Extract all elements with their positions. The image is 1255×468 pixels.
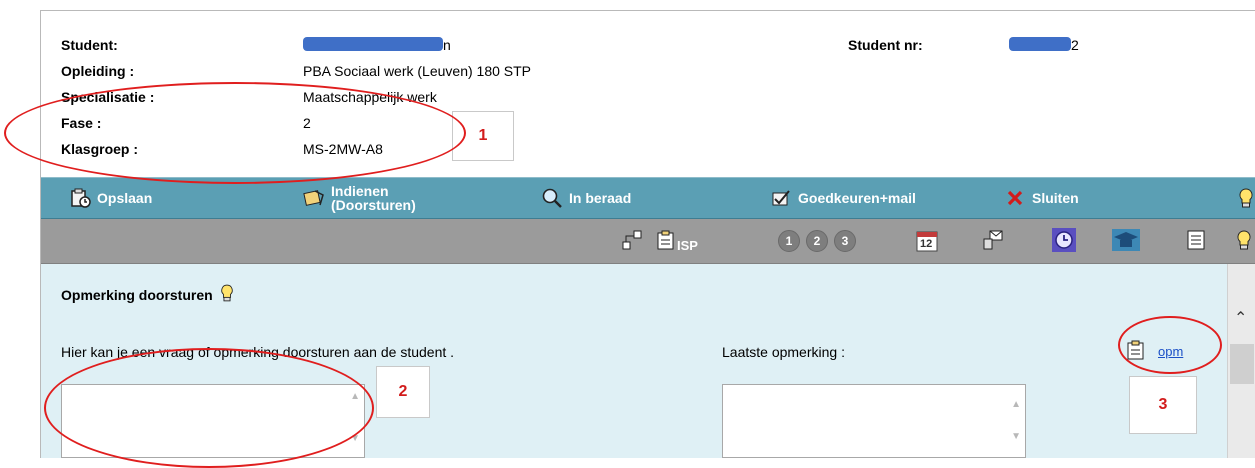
step-1-circle: 1	[778, 230, 800, 252]
send-document-icon	[303, 187, 325, 209]
laatste-opmerking-textarea[interactable]: ▲ ▼	[722, 384, 1026, 458]
opslaan-button[interactable]: Opslaan	[69, 178, 152, 218]
indienen-line2: (Doorsturen)	[331, 197, 416, 213]
clock-icon	[1052, 227, 1076, 255]
step-1-button[interactable]: 1	[778, 229, 800, 253]
opslaan-label: Opslaan	[97, 190, 153, 206]
panel-vertical-scrollbar[interactable]: ⌃	[1227, 264, 1255, 458]
clock-button[interactable]	[1051, 227, 1077, 255]
goedkeuren-button[interactable]: Goedkeuren+mail	[770, 178, 916, 218]
step-3-circle: 3	[834, 230, 856, 252]
annotation-marker-2: 2	[376, 366, 430, 418]
sluiten-label: Sluiten	[1032, 190, 1079, 206]
student-name-tail: n	[443, 37, 451, 53]
help-bulb-button[interactable]	[1235, 178, 1255, 218]
lightbulb-icon	[1236, 229, 1252, 253]
panel-title: Opmerking doorsturen	[61, 284, 234, 305]
chevron-up-icon: ⌃	[1234, 310, 1248, 327]
calendar-day: 12	[920, 238, 933, 250]
hierarchy-button[interactable]	[621, 229, 643, 253]
clipboard-icon	[656, 230, 676, 253]
magnifier-icon	[541, 187, 563, 209]
annotation-ellipse-3	[1118, 316, 1222, 374]
step-3-button[interactable]: 3	[834, 229, 856, 253]
iconbar-help-button[interactable]	[1235, 229, 1253, 253]
scrollbar-thumb[interactable]	[1230, 344, 1254, 384]
opleiding-value: PBA Sociaal werk (Leuven) 180 STP	[303, 63, 532, 79]
laatste-opmerking-label: Laatste opmerking :	[722, 344, 845, 360]
sluiten-button[interactable]: Sluiten	[1004, 178, 1079, 218]
step-2-button[interactable]: 2	[806, 229, 828, 253]
calendar-button[interactable]: 12	[915, 229, 939, 253]
graduation-cap-icon	[1112, 228, 1140, 254]
list-icon	[1187, 230, 1205, 253]
annotation-ellipse-2	[44, 348, 374, 468]
in-beraad-label: In beraad	[569, 190, 632, 206]
annotation-marker-3: 3	[1129, 376, 1197, 434]
student-nr-redaction	[1009, 37, 1071, 51]
indienen-label: Indienen (Doorsturen)	[331, 184, 416, 212]
step-2-circle: 2	[806, 230, 828, 252]
student-nr-label: Student nr:	[848, 37, 923, 53]
in-beraad-button[interactable]: In beraad	[541, 178, 631, 218]
list-button[interactable]	[1185, 229, 1207, 253]
panel-title-text: Opmerking doorsturen	[61, 287, 213, 303]
network-mail-button[interactable]	[981, 229, 1005, 253]
network-mail-icon	[982, 229, 1004, 254]
lightbulb-icon	[1235, 187, 1255, 209]
close-x-icon	[1004, 187, 1026, 209]
goedkeuren-label: Goedkeuren+mail	[798, 190, 916, 206]
student-name-redaction	[303, 37, 443, 51]
annotation-ellipse-1	[4, 82, 466, 184]
calendar-icon: 12	[916, 230, 938, 252]
indienen-line1: Indienen	[331, 183, 389, 199]
isp-button[interactable]: ISP	[651, 229, 703, 253]
lightbulb-icon	[220, 284, 234, 305]
indienen-button[interactable]: Indienen (Doorsturen)	[303, 178, 416, 218]
graduation-button[interactable]	[1111, 228, 1141, 254]
student-label: Student:	[61, 37, 118, 53]
chevron-up-icon: ▲	[1011, 399, 1021, 410]
laatste-textarea-scrollbar[interactable]: ▲ ▼	[1007, 385, 1025, 457]
hierarchy-icon	[622, 230, 642, 253]
isp-label: ISP	[677, 237, 698, 253]
chevron-down-icon: ▼	[1011, 431, 1021, 442]
save-clipboard-icon	[69, 187, 91, 209]
approve-check-icon	[770, 187, 792, 209]
opleiding-label: Opleiding :	[61, 63, 135, 79]
student-nr-tail: 2	[1071, 37, 1079, 53]
icon-bar: ISP 1 2 3 12	[41, 219, 1255, 264]
